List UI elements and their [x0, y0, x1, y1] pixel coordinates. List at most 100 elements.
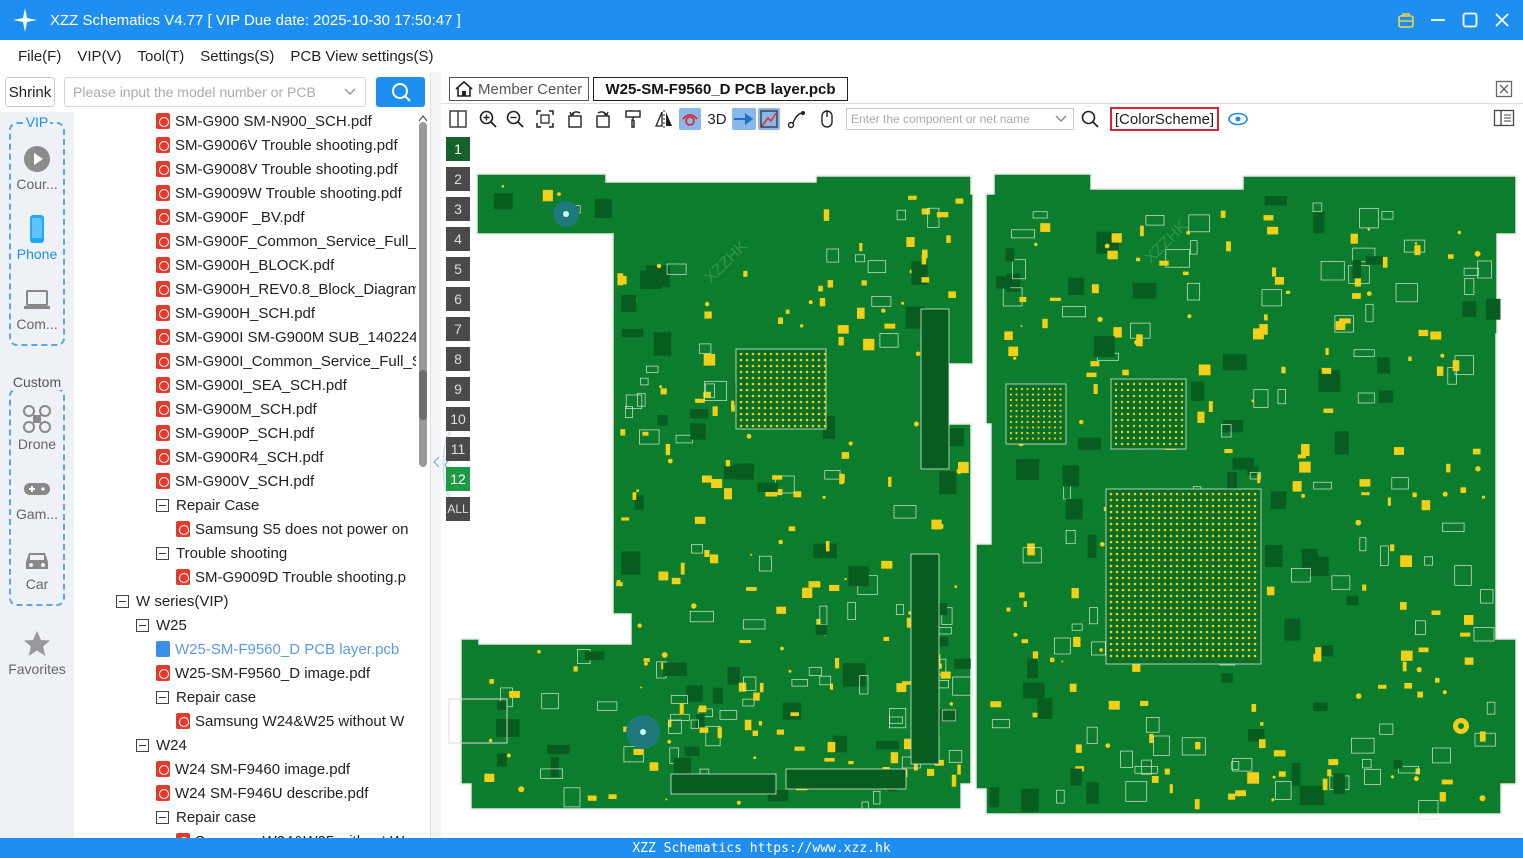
side-panel-icon[interactable]	[1493, 108, 1515, 130]
panel-splitter[interactable]	[430, 72, 441, 838]
tree-file[interactable]: W25-SM-F9560_D image.pdf	[156, 661, 370, 685]
collapse-toggle-icon[interactable]	[136, 618, 149, 632]
tree-folder[interactable]: Repair case	[156, 805, 256, 829]
scrollbar-thumb[interactable]	[419, 370, 427, 420]
color-scheme-button[interactable]: [ColorScheme]	[1110, 107, 1219, 131]
layer-button-1[interactable]: 1	[446, 137, 470, 161]
maximize-button[interactable]	[1457, 7, 1483, 33]
tree-file[interactable]: Samsung W24&W25 without W	[176, 829, 404, 838]
layer-button-all[interactable]: ALL	[446, 497, 470, 521]
rail-item-phone[interactable]: Phone	[0, 214, 74, 262]
tree-file[interactable]: SM-G900I_Common_Service_Full_S	[156, 349, 416, 373]
rail-item-favorites[interactable]: Favorites	[0, 629, 74, 677]
rail-item-computer[interactable]: Com...	[0, 284, 74, 332]
menu-file[interactable]: File(F)	[18, 48, 61, 65]
layer-button-10[interactable]: 10	[446, 407, 470, 431]
tree-file[interactable]: Samsung S5 does not power on	[176, 517, 408, 541]
tree-file[interactable]: SM-G900V_SCH.pdf	[156, 469, 314, 493]
layer-button-4[interactable]: 4	[446, 227, 470, 251]
tree-file[interactable]: W24 SM-F946U describe.pdf	[156, 781, 368, 805]
zoom-out-icon[interactable]	[504, 108, 526, 130]
minimize-button[interactable]	[1425, 7, 1451, 33]
tree-folder[interactable]: Trouble shooting	[156, 541, 287, 565]
vip-badge-icon[interactable]	[1393, 7, 1419, 33]
tree-file[interactable]: SM-G9008V Trouble shooting.pdf	[156, 157, 398, 181]
layer-button-11[interactable]: 11	[446, 437, 470, 461]
close-all-tabs-icon[interactable]	[1495, 80, 1513, 98]
layer-button-5[interactable]: 5	[446, 257, 470, 281]
tree-file[interactable]: Samsung W24&W25 without W	[176, 709, 404, 733]
layer-button-6[interactable]: 6	[446, 287, 470, 311]
pcb-canvas[interactable]: XZZHK XZZHK	[441, 134, 1523, 838]
layer-button-3[interactable]: 3	[446, 197, 470, 221]
collapse-toggle-icon[interactable]	[156, 546, 169, 560]
tab-pcb-file[interactable]: W25-SM-F9560_D PCB layer.pcb	[593, 77, 848, 101]
flip-board-icon[interactable]	[679, 108, 701, 130]
layer-button-9[interactable]: 9	[446, 377, 470, 401]
rail-item-drone[interactable]: Drone	[0, 404, 74, 452]
collapse-toggle-icon[interactable]	[156, 498, 169, 512]
tree-file[interactable]: SM-G900F _BV.pdf	[156, 205, 305, 229]
component-search-input[interactable]: Enter the component or net name	[846, 108, 1074, 130]
format-painter-icon[interactable]	[622, 108, 644, 130]
tree-file[interactable]: SM-G900 SM-N900_SCH.pdf	[156, 112, 372, 133]
model-search-input[interactable]: Please input the model number or PCB	[64, 77, 366, 107]
layer-button-2[interactable]: 2	[446, 167, 470, 191]
chevron-down-icon[interactable]	[343, 84, 357, 101]
layer-button-7[interactable]: 7	[446, 317, 470, 341]
tree-file[interactable]: W25-SM-F9560_D PCB layer.pcb	[156, 637, 399, 661]
visibility-icon[interactable]	[1227, 108, 1249, 130]
tree-folder[interactable]: Repair case	[156, 685, 256, 709]
mirror-icon[interactable]	[653, 108, 675, 130]
tree-file[interactable]: SM-G900I_SEA_SCH.pdf	[156, 373, 347, 397]
trace-tool-icon[interactable]	[786, 108, 808, 130]
rotate-right-icon[interactable]	[592, 108, 614, 130]
tree-file[interactable]: SM-G900H_BLOCK.pdf	[156, 253, 334, 277]
tree-file[interactable]: SM-G900P_SCH.pdf	[156, 421, 314, 445]
fit-view-icon[interactable]	[534, 108, 556, 130]
layer-button-8[interactable]: 8	[446, 347, 470, 371]
search-button[interactable]	[376, 77, 425, 107]
tree-file[interactable]: SM-G9009D Trouble shooting.p	[176, 565, 406, 589]
tree-folder[interactable]: Repair Case	[156, 493, 259, 517]
rail-item-courses[interactable]: Cour...	[0, 144, 74, 192]
tree-scrollbar[interactable]	[416, 112, 430, 838]
pcb-board-view[interactable]: XZZHK XZZHK	[441, 134, 1523, 838]
collapse-toggle-icon[interactable]	[136, 738, 149, 752]
mouse-mode-icon[interactable]	[816, 108, 838, 130]
tree-file[interactable]: SM-G900F_Common_Service_Full_S	[156, 229, 416, 253]
show-pins-icon[interactable]	[732, 108, 756, 130]
tree-file[interactable]: SM-G9009W Trouble shooting.pdf	[156, 181, 402, 205]
collapse-left-icon[interactable]	[433, 456, 440, 468]
split-view-icon[interactable]	[447, 108, 469, 130]
tree-file[interactable]: SM-G900M_SCH.pdf	[156, 397, 317, 421]
tree-file[interactable]: SM-G900R4_SCH.pdf	[156, 445, 323, 469]
zoom-in-icon[interactable]	[477, 108, 499, 130]
close-button[interactable]	[1489, 7, 1515, 33]
tree-file[interactable]: SM-G900I SM-G900M SUB_140224	[156, 325, 416, 349]
menu-settings[interactable]: Settings(S)	[200, 48, 274, 65]
tree-folder[interactable]: W24	[136, 733, 187, 757]
collapse-toggle-icon[interactable]	[156, 690, 169, 704]
rail-item-game[interactable]: Gam...	[0, 474, 74, 522]
chevron-down-icon[interactable]	[1055, 111, 1067, 128]
tab-member-center[interactable]: Member Center	[449, 77, 589, 101]
tree-file[interactable]: SM-G9006V Trouble shooting.pdf	[156, 133, 398, 157]
collapse-toggle-icon[interactable]	[116, 594, 129, 608]
shrink-button[interactable]: Shrink	[5, 77, 55, 107]
tree-folder[interactable]: W series(VIP)	[116, 589, 229, 613]
net-highlight-icon[interactable]	[758, 108, 780, 130]
rotate-left-icon[interactable]	[564, 108, 586, 130]
tree-file[interactable]: SM-G900H_SCH.pdf	[156, 301, 315, 325]
component-search-icon[interactable]	[1079, 108, 1101, 130]
tree-file[interactable]: W24 SM-F9460 image.pdf	[156, 757, 350, 781]
menu-tool[interactable]: Tool(T)	[138, 48, 185, 65]
rail-item-car[interactable]: Car	[0, 544, 74, 592]
tree-file[interactable]: SM-G900H_REV0.8_Block_Diagram	[156, 277, 416, 301]
view-3d-button[interactable]: 3D	[705, 108, 729, 130]
menu-vip[interactable]: VIP(V)	[77, 48, 121, 65]
collapse-toggle-icon[interactable]	[156, 810, 169, 824]
menu-pcb-view-settings[interactable]: PCB View settings(S)	[290, 48, 433, 65]
scroll-up-icon[interactable]	[418, 114, 428, 122]
layer-button-12[interactable]: 12	[446, 467, 470, 491]
